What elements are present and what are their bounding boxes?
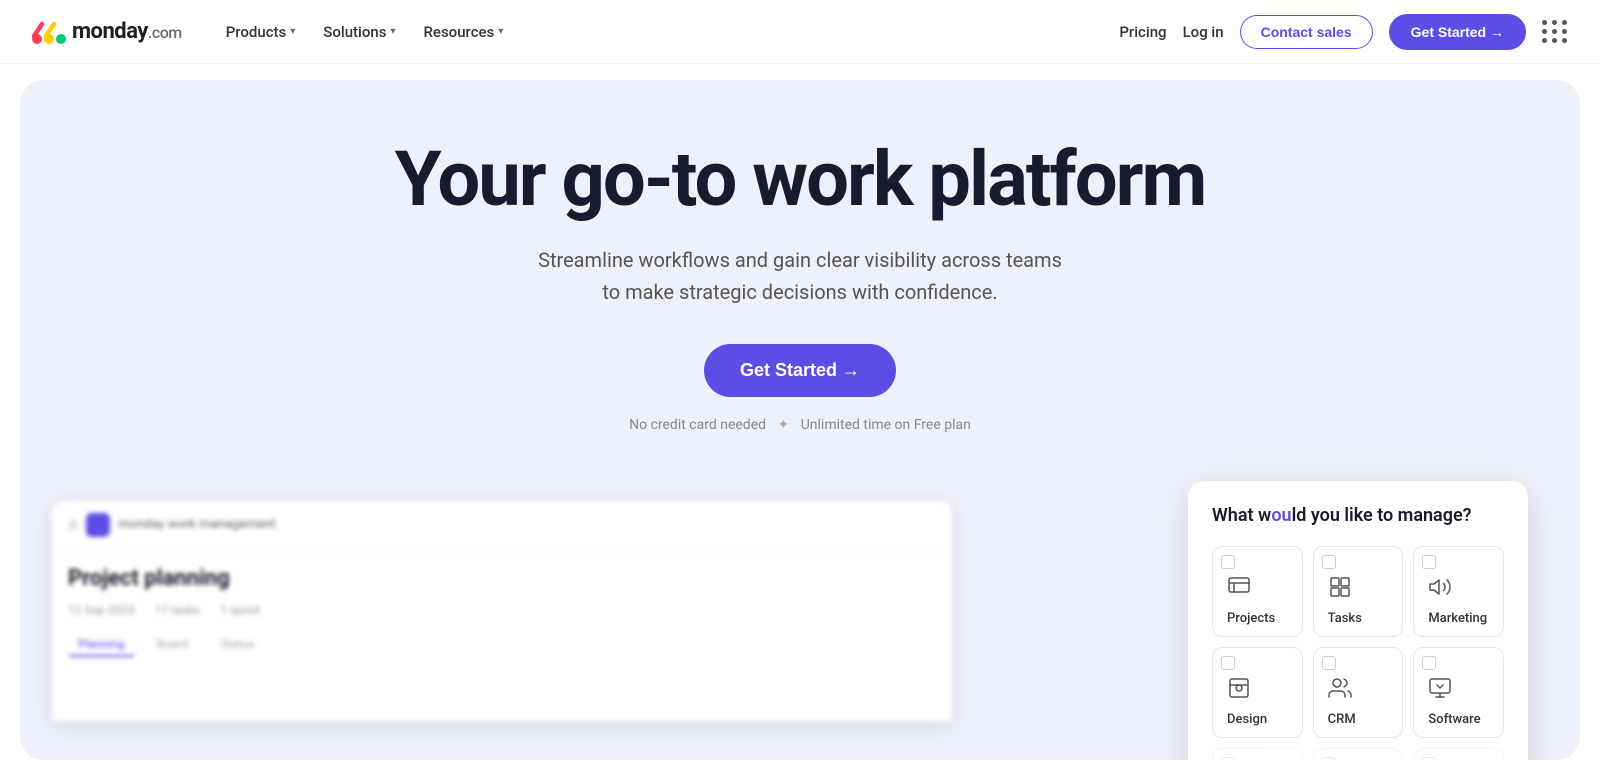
checkbox-more-2[interactable]: [1322, 757, 1336, 760]
crm-icon: [1328, 676, 1352, 706]
dot: [1562, 29, 1567, 34]
manage-item-crm[interactable]: CRM: [1313, 647, 1404, 738]
checkbox-projects[interactable]: [1221, 555, 1235, 569]
hero-section: Your go-to work platform Streamline work…: [20, 80, 1580, 760]
get-started-hero-button[interactable]: Get Started →: [704, 344, 896, 397]
manage-item-marketing[interactable]: Marketing: [1413, 546, 1504, 637]
projects-icon: [1227, 575, 1251, 605]
dash-meta-sprint: 1 sprint: [220, 603, 260, 617]
login-link[interactable]: Log in: [1183, 23, 1224, 41]
logo-wordmark: monday.com: [72, 19, 182, 44]
dot: [1542, 38, 1547, 43]
dashboard-header: monday work management: [52, 501, 952, 550]
hero-subtitle: Streamline workflows and gain clear visi…: [350, 244, 1250, 308]
manage-title: What would you like to manage?: [1212, 505, 1504, 526]
dot: [1552, 38, 1557, 43]
dash-logo: [86, 513, 110, 537]
dot: [1552, 29, 1557, 34]
projects-label: Projects: [1227, 611, 1275, 626]
manage-item-tasks[interactable]: Tasks: [1313, 546, 1404, 637]
nav-item-solutions[interactable]: Solutions ▾: [311, 15, 407, 49]
dash-app-title: monday work management: [118, 517, 276, 532]
dash-meta-tasks: 17 tasks: [155, 603, 200, 617]
manage-item-software[interactable]: Software: [1413, 647, 1504, 738]
hero-bottom: monday work management Project planning …: [52, 481, 1548, 721]
dashboard-body: Project planning 12 Sep 2023 17 tasks 1 …: [52, 550, 952, 673]
hero-content: Your go-to work platform Streamline work…: [350, 140, 1250, 433]
dash-tab-board[interactable]: Board: [147, 633, 199, 657]
dot: [68, 520, 78, 530]
contact-sales-button[interactable]: Contact sales: [1240, 15, 1373, 49]
checkbox-design[interactable]: [1221, 656, 1235, 670]
diamond-icon: ✦: [778, 417, 790, 433]
manage-item-projects[interactable]: Projects: [1212, 546, 1303, 637]
nav-item-products[interactable]: Products ▾: [214, 15, 308, 49]
dot: [1562, 20, 1567, 25]
dot: [1542, 29, 1547, 34]
manage-grid: Projects Tasks: [1212, 546, 1504, 760]
dash-meta-date: 12 Sep 2023: [68, 603, 135, 617]
manage-item-more-1[interactable]: [1212, 748, 1303, 760]
software-icon: [1428, 676, 1452, 706]
chevron-down-icon: ▾: [290, 26, 295, 37]
marketing-label: Marketing: [1428, 611, 1487, 626]
checkbox-more-3[interactable]: [1422, 757, 1436, 760]
checkbox-tasks[interactable]: [1322, 555, 1336, 569]
nav-menu: Products ▾ Solutions ▾ Resources ▾: [214, 15, 516, 49]
logo[interactable]: monday.com: [32, 18, 182, 46]
tasks-label: Tasks: [1328, 611, 1362, 626]
navbar-left: monday.com Products ▾ Solutions ▾ Resour…: [32, 15, 515, 49]
tasks-icon: [1328, 575, 1352, 605]
manage-item-more-2[interactable]: [1313, 748, 1404, 760]
crm-label: CRM: [1328, 712, 1356, 727]
dashboard-preview: monday work management Project planning …: [52, 501, 952, 721]
dot: [1552, 20, 1557, 25]
hero-subtext: No credit card needed ✦ Unlimited time o…: [350, 417, 1250, 433]
nav-item-resources[interactable]: Resources ▾: [411, 15, 515, 49]
manage-title-highlight: ou: [1271, 505, 1291, 526]
software-label: Software: [1428, 712, 1480, 727]
checkbox-more-1[interactable]: [1221, 757, 1235, 760]
hero-title: Your go-to work platform: [350, 140, 1250, 220]
navbar: monday.com Products ▾ Solutions ▾ Resour…: [0, 0, 1600, 64]
manage-item-design[interactable]: Design: [1212, 647, 1303, 738]
dash-tabs: Planning Board Status: [68, 633, 936, 657]
dash-tab-status[interactable]: Status: [210, 633, 264, 657]
checkbox-crm[interactable]: [1322, 656, 1336, 670]
design-label: Design: [1227, 712, 1267, 727]
dash-tab-planning[interactable]: Planning: [68, 633, 135, 657]
chevron-down-icon: ▾: [390, 26, 395, 37]
manage-item-more-3[interactable]: [1413, 748, 1504, 760]
checkbox-marketing[interactable]: [1422, 555, 1436, 569]
dot: [1562, 38, 1567, 43]
dash-meta: 12 Sep 2023 17 tasks 1 sprint: [68, 603, 936, 617]
marketing-icon: [1428, 575, 1452, 605]
apps-grid-button[interactable]: [1542, 20, 1568, 43]
checkbox-software[interactable]: [1422, 656, 1436, 670]
chevron-down-icon: ▾: [498, 26, 503, 37]
logo-icon: [32, 18, 68, 46]
get-started-nav-button[interactable]: Get Started →: [1389, 14, 1526, 50]
dot: [1542, 20, 1547, 25]
pricing-link[interactable]: Pricing: [1119, 23, 1166, 41]
navbar-right: Pricing Log in Contact sales Get Started…: [1119, 14, 1568, 50]
dash-project-title: Project planning: [68, 566, 936, 591]
manage-widget: What would you like to manage? Projects: [1188, 481, 1528, 760]
design-icon: [1227, 676, 1251, 706]
